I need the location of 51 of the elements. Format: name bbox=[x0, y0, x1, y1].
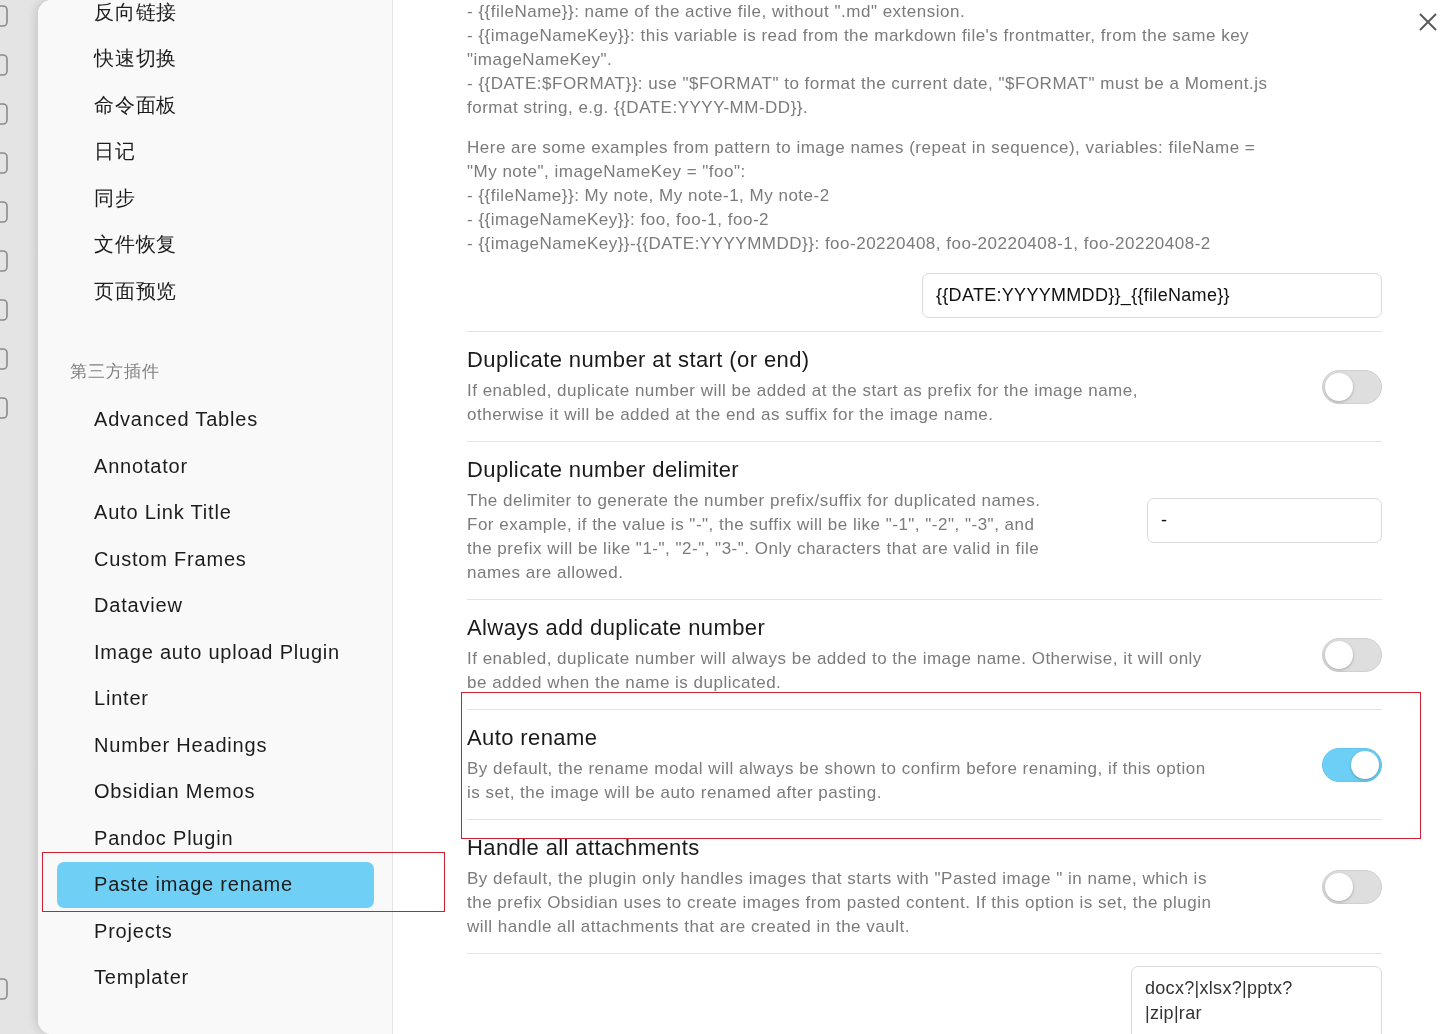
sidebar-item[interactable]: Templater bbox=[57, 965, 374, 990]
ribbon-icon[interactable] bbox=[0, 103, 8, 125]
sidebar-item[interactable]: Advanced Tables bbox=[57, 407, 374, 432]
sidebar-item[interactable]: Dataview bbox=[57, 593, 374, 618]
setting-description: By default, the plugin only handles images that starts with "Pasted image " in name, which is the prefix Obsidian uses to create images from pasted content. If this option is set, the plugin will handle all attachments that are created in the vault. bbox=[467, 868, 1213, 938]
sidebar-item[interactable]: Annotator bbox=[57, 454, 374, 479]
sidebar-item[interactable]: Auto Link Title bbox=[57, 500, 374, 525]
setting-description: By default, the rename modal will always be shown to confirm before renaming, if this option is set, the image will be auto renamed after pasting. bbox=[467, 758, 1207, 804]
ribbon-icon[interactable] bbox=[0, 250, 8, 272]
ribbon-icon[interactable] bbox=[0, 397, 8, 419]
sidebar-item[interactable]: Linter bbox=[57, 686, 374, 711]
ribbon-icon[interactable] bbox=[0, 978, 8, 1000]
sidebar-item[interactable]: Paste image rename bbox=[57, 861, 374, 908]
section-heading: 第三方插件 bbox=[69, 360, 161, 383]
setting-title: Always add duplicate number bbox=[467, 614, 767, 642]
ribbon-icon[interactable] bbox=[0, 201, 8, 223]
sidebar-item[interactable]: 反向链接 bbox=[57, 0, 374, 25]
sidebar-item[interactable]: 日记 bbox=[57, 139, 374, 164]
setting-description: If enabled, duplicate number will always be added to the image name. Otherwise, it will only be added when the name is duplicated. bbox=[467, 648, 1203, 694]
sidebar-item[interactable]: Pandoc Plugin bbox=[57, 826, 374, 851]
ribbon-icon[interactable] bbox=[0, 348, 8, 370]
setting-title: Duplicate number delimiter bbox=[467, 456, 741, 484]
sidebar-item[interactable]: Projects bbox=[57, 919, 374, 944]
toggle-switch[interactable] bbox=[1322, 369, 1382, 404]
sidebar-item[interactable]: 快速切换 bbox=[57, 46, 374, 71]
text-input[interactable]: {{DATE:YYYYMMDD}}_{{fileName}} bbox=[922, 273, 1382, 318]
close-icon[interactable] bbox=[1419, 13, 1437, 31]
ribbon-icon[interactable] bbox=[0, 54, 8, 76]
text-input[interactable]: - bbox=[1147, 498, 1382, 543]
toggle-switch[interactable] bbox=[1322, 869, 1382, 904]
ribbon-icon[interactable] bbox=[0, 5, 8, 27]
setting-description: Here are some examples from pattern to image names (repeat in sequence), variables: fileName = "My note", imageNameKey = "foo": - {{fileName}}: My note, My note-1, My note-2 - {{imageNameKey}}: foo, foo-1, foo-2 - {{imageNameKey}}-{{DATE:YYYYMMDD}}: foo-20220408, foo-20220408-1, foo-20220408-2 bbox=[467, 137, 1257, 255]
setting-title: Duplicate number at start (or end) bbox=[467, 346, 811, 374]
sidebar-item[interactable]: 同步 bbox=[57, 186, 374, 211]
setting-description: If enabled, duplicate number will be added at the start as prefix for the image name, otherwise it will be added at the end as suffix for the image name. bbox=[467, 380, 1139, 426]
setting-description: The delimiter to generate the number prefix/suffix for duplicated names. For example, if the value is "-", the suffix will be like "-1", "-2", "-3", and the prefix will be like "1-", "2-", "3-". Only characters that are valid in file names are allowed. bbox=[467, 490, 1042, 584]
setting-title: Auto rename bbox=[467, 724, 599, 752]
setting-description: - {{fileName}}: name of the active file, without ".md" extension. - {{imageNameKey}}: this variable is read from the markdown file's frontmatter, from the same key "imageNameKey". - {{DATE:$FORMAT}}: use "$FORMAT" to format the current date, "$FORMAT" must be a Moment.js format string, e.g. {{DATE:YYYY-MM-DD}}. bbox=[467, 1, 1269, 119]
toggle-switch[interactable] bbox=[1322, 747, 1382, 782]
sidebar-item[interactable]: 页面预览 bbox=[57, 279, 374, 304]
ribbon-icon[interactable] bbox=[0, 299, 8, 321]
sidebar-item[interactable]: Number Headings bbox=[57, 733, 374, 758]
ribbon-icon[interactable] bbox=[0, 152, 8, 174]
sidebar-item[interactable]: Obsidian Memos bbox=[57, 779, 374, 804]
sidebar-item[interactable]: Custom Frames bbox=[57, 547, 374, 572]
sidebar-item[interactable]: Image auto upload Plugin bbox=[57, 640, 374, 665]
sidebar-item[interactable]: 文件恢复 bbox=[57, 232, 374, 257]
setting-title: Handle all attachments bbox=[467, 834, 701, 862]
toggle-switch[interactable] bbox=[1322, 637, 1382, 672]
sidebar-item[interactable]: 命令面板 bbox=[57, 93, 374, 118]
textarea-field[interactable]: docx?|xlsx?|pptx? |zip|rar bbox=[1131, 966, 1382, 1034]
